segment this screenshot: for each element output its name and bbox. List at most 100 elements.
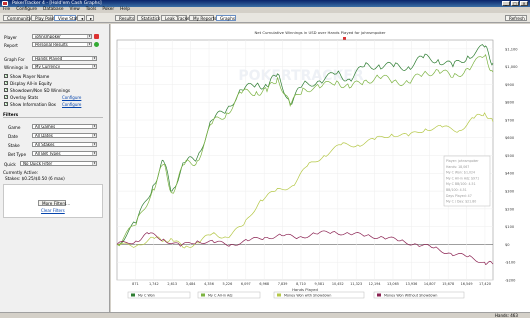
report-add-icon[interactable]: [94, 42, 99, 47]
more-filters-button[interactable]: More Filters...: [38, 200, 70, 206]
close-button[interactable]: ×: [520, 1, 528, 6]
overlay-stats-checkbox[interactable]: ✓: [4, 95, 8, 99]
filter-stake-label: Stake: [8, 143, 20, 148]
tab-my-reports[interactable]: My Reports: [189, 15, 217, 21]
minimize-button[interactable]: _: [502, 1, 510, 6]
filter-date-select[interactable]: All Dates ▾: [32, 133, 97, 138]
filter-game-label: Game: [8, 125, 21, 130]
x-tick-label: 13,936: [405, 282, 417, 286]
community-button[interactable]: Community: [3, 15, 31, 21]
y-tick-label: $300: [505, 190, 515, 194]
x-tick-label: 16,549: [461, 282, 473, 286]
filter-game-select[interactable]: All Games ▾: [32, 124, 97, 129]
x-tick-label: 8,710: [296, 282, 306, 286]
chart-title: Net Cumulative Winnings in USD over Hand…: [254, 30, 385, 35]
window-title: PokerTracker 4 - [Hold'em Cash Graphs]: [12, 1, 102, 6]
legend-label: My C All-in Adj: [208, 293, 232, 297]
chevron-down-icon: ▾: [92, 133, 96, 137]
quick-filter-label: Quick: [4, 162, 16, 167]
x-tick-label: 5,226: [223, 282, 233, 286]
chevron-down-icon: ▾: [92, 142, 96, 146]
legend-label: Money Won with Showdown: [284, 293, 331, 297]
report-select[interactable]: Personal Results ▾: [32, 42, 92, 47]
y-tick-label: $800: [505, 101, 515, 105]
tab-statistics[interactable]: Statistics: [137, 15, 160, 21]
x-tick-label: 17,420: [479, 282, 491, 286]
filter-date-label: Date: [8, 134, 19, 139]
info-box-line: My C All-in Adj: $971: [446, 176, 479, 180]
overlay-configure-link[interactable]: Configure: [62, 95, 81, 100]
y-tick-label: $100: [505, 225, 515, 229]
status-hands: Hands: 463: [495, 313, 518, 318]
info-configure-link[interactable]: Configure: [62, 102, 81, 107]
information-box-checkbox[interactable]: ✓: [4, 102, 8, 106]
chevron-down-icon: ▾: [92, 56, 96, 60]
showdown-winnings-checkbox[interactable]: ✓: [4, 88, 8, 92]
player-marker-icon: [343, 37, 346, 40]
x-axis-label: Hands Played: [292, 287, 318, 292]
filter-bettype-select[interactable]: All Bet Types ▾: [32, 151, 97, 156]
show-player-name-checkbox[interactable]: ✓: [4, 74, 8, 78]
tab-graphs[interactable]: Graphs: [216, 15, 236, 21]
player-select[interactable]: johnsmpoker ▾: [32, 34, 92, 39]
maximize-button[interactable]: □: [511, 1, 519, 6]
info-box-line: Days Played: 47: [446, 194, 472, 198]
legend-swatch: [277, 293, 281, 297]
x-tick-label: 1,742: [149, 282, 159, 286]
chevron-down-icon: ▾: [92, 64, 96, 68]
player-options-icon[interactable]: [94, 34, 99, 39]
legend-label: Money Won Without Showdown: [384, 293, 437, 297]
winnings-select[interactable]: My Currency ▾: [32, 64, 97, 69]
legend-swatch: [131, 293, 135, 297]
info-box-line: BB/100: 4.51: [446, 188, 467, 192]
filter-bettype-label: Bet Type: [8, 152, 27, 157]
forward-arrow-icon[interactable]: ▸: [86, 15, 94, 21]
show-player-name-label: Show Player Name: [10, 74, 50, 79]
chevron-down-icon: ▾: [92, 161, 96, 165]
y-tick-label: $0: [505, 243, 510, 247]
back-arrow-icon[interactable]: ◂: [77, 15, 85, 21]
tab-leak-tracker[interactable]: Leak Tracker: [161, 15, 191, 21]
quick-filter-select[interactable]: No Quick Filter ▾: [20, 161, 97, 166]
refresh-button[interactable]: Refresh: [505, 15, 527, 21]
x-tick-label: 3,484: [186, 282, 196, 286]
tab-results[interactable]: Results: [115, 15, 135, 21]
player-label: Player: [4, 35, 18, 40]
x-tick-label: 6,968: [259, 282, 269, 286]
y-tick-label: $700: [505, 118, 515, 122]
winnings-chart: Net Cumulative Winnings in USD over Hand…: [116, 30, 518, 299]
app-icon: [2, 1, 8, 6]
x-tick-label: 13,065: [387, 282, 399, 286]
currently-active-label: Currently Active:: [3, 170, 39, 175]
filter-stake-select[interactable]: All Stakes ▾: [32, 142, 97, 147]
y-tick-label: $600: [505, 136, 515, 140]
y-tick-label: $400: [505, 172, 515, 176]
y-tick-label: $200: [505, 207, 515, 211]
chevron-down-icon: ▾: [92, 124, 96, 128]
legend-label: My C Won: [138, 293, 155, 297]
graph-for-select[interactable]: Hands Played ▾: [32, 56, 97, 61]
x-tick-label: 11,323: [350, 282, 362, 286]
winnings-label: Winnings in: [4, 65, 29, 70]
x-tick-label: 15,678: [442, 282, 454, 286]
display-all-in-equity-checkbox[interactable]: ✓: [4, 81, 8, 85]
active-filter-value: Stakes: $0.25/$0.50 (6 max): [5, 176, 65, 181]
info-box-line: Hands: 18,067: [446, 165, 469, 169]
y-tick-label: $500: [505, 154, 515, 158]
x-tick-label: 9,581: [315, 282, 325, 286]
info-box-line: My C / Day: $21.80: [446, 200, 476, 204]
play-poker-button[interactable]: Play Poker: [31, 15, 57, 21]
clear-filters-link[interactable]: Clear Filters: [41, 208, 65, 213]
legend-swatch: [377, 293, 381, 297]
x-tick-label: 871: [132, 282, 138, 286]
series-showdown: [116, 112, 494, 249]
left-panel: Player johnsmpoker ▾ Report Personal Resu…: [0, 24, 110, 312]
x-tick-label: 2,613: [167, 282, 177, 286]
y-tick-label: $1,000: [505, 65, 518, 69]
legend-swatch: [201, 293, 205, 297]
y-tick-label: -$200: [505, 278, 516, 282]
view-stats-button[interactable]: View Stats: [54, 15, 80, 21]
showdown-winnings-label: Showdown/Non SD Winnings: [10, 88, 71, 93]
filters-divider: [3, 117, 103, 118]
series-non-showdown: [116, 230, 494, 265]
